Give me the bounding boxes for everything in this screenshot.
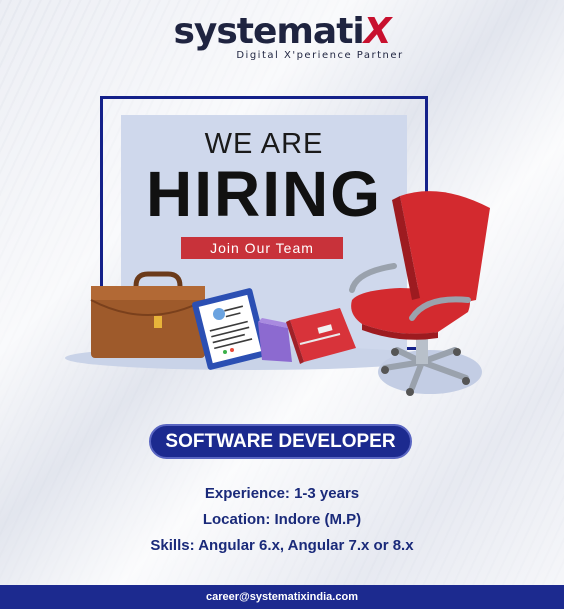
skills-text: Skills: Angular 6.x, Angular 7.x or 8.x [150,537,414,554]
footer-bar: career@systematixindia.com [0,585,564,609]
job-title-badge: SOFTWARE DEVELOPER [149,424,412,459]
contact-email-link[interactable]: career@systematixindia.com [206,591,358,603]
experience-text: Experience: 1-3 years [204,485,360,502]
briefcase-icon [90,271,206,358]
location-text: Location: Indore (M.P) [202,511,362,528]
